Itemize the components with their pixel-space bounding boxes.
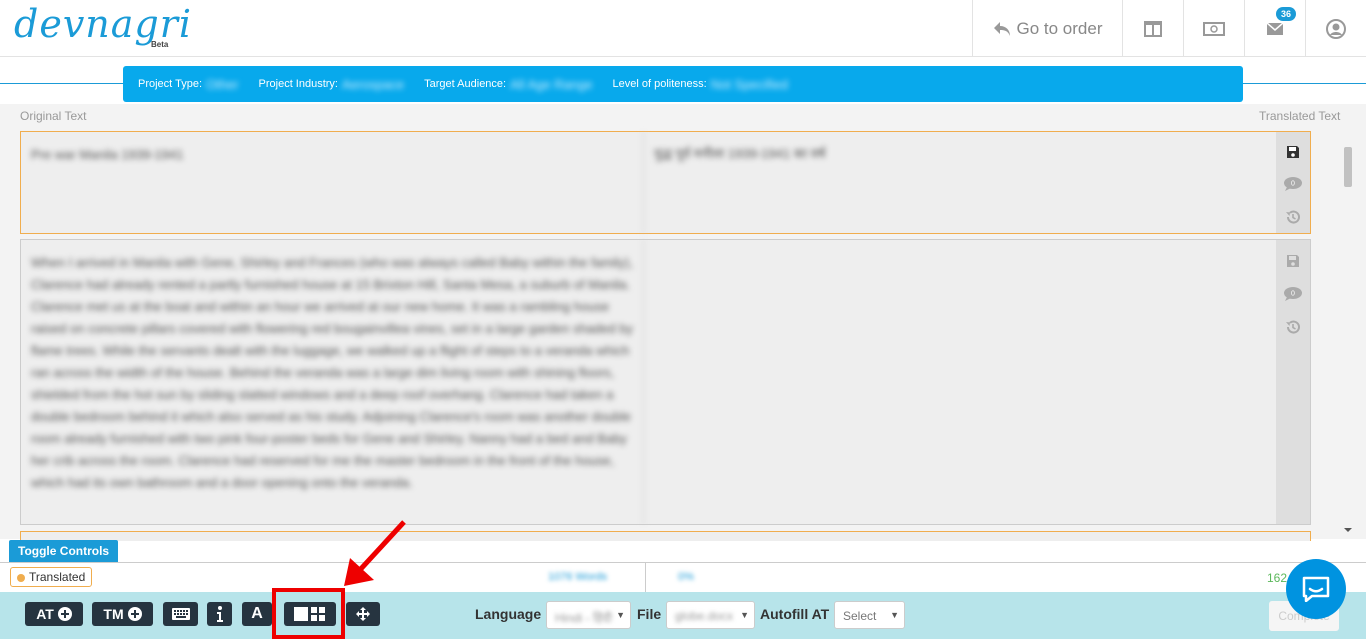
font-button[interactable]: A xyxy=(242,602,272,626)
toggle-controls-tab[interactable]: Toggle Controls xyxy=(9,540,119,562)
status-bar: Translated 1076 Words 0% 162 xyxy=(0,562,1366,593)
autofill-at-label: Autofill AT xyxy=(760,606,830,622)
notification-badge: 36 xyxy=(1275,7,1296,21)
comment-icon[interactable]: 0 xyxy=(1276,277,1310,310)
bottom-toolbar: AT TM A Language Hindi - हिंदी ▼ File gl… xyxy=(0,592,1366,639)
editor-scrollbar[interactable] xyxy=(1341,134,1355,539)
reply-arrow-icon xyxy=(993,21,1010,36)
autofill-select-value: Select xyxy=(843,609,877,623)
tm-add-button[interactable]: TM xyxy=(92,602,153,626)
translated-text-heading: Translated Text xyxy=(1259,109,1341,123)
project-info-bar: Project Type: Other Project Industry: Ae… xyxy=(123,66,1243,102)
source-text: When I arrived in Manila with Gene, Shir… xyxy=(21,240,644,524)
svg-text:0: 0 xyxy=(1291,181,1295,188)
money-icon xyxy=(1203,21,1225,36)
save-icon[interactable] xyxy=(1276,136,1310,168)
source-text: Pre war Manila 1939-1941 xyxy=(21,132,644,233)
file-label: File xyxy=(637,606,662,622)
keyboard-button[interactable] xyxy=(163,602,198,626)
target-text-editor[interactable]: युद्ध पूर्व मनीला 1939-1941 का वर्ष xyxy=(644,132,1276,233)
at-button-label: AT xyxy=(36,606,54,622)
language-select-value: Hindi - हिंदी xyxy=(555,611,612,625)
chevron-down-icon: ▼ xyxy=(890,610,899,620)
chevron-down-icon: ▼ xyxy=(616,610,625,620)
progress-percent: 0% xyxy=(678,571,694,583)
translation-editor: Original Text Translated Text Pre war Ma… xyxy=(0,104,1366,541)
project-industry-value: Aerospace xyxy=(342,76,405,92)
annotation-arrow-icon xyxy=(344,520,406,586)
move-button[interactable] xyxy=(346,602,380,626)
file-select[interactable]: globe.docx ▼ xyxy=(666,601,755,629)
info-icon xyxy=(216,606,223,622)
segment-row-partial[interactable] xyxy=(20,531,1311,541)
translated-status-badge[interactable]: Translated xyxy=(10,567,93,587)
segment-row[interactable]: When I arrived in Manila with Gene, Shir… xyxy=(20,239,1311,525)
plus-circle-icon xyxy=(57,607,72,621)
politeness-label: Level of politeness: xyxy=(612,78,707,90)
go-to-order-label: Go to order xyxy=(1016,18,1103,38)
svg-text:0: 0 xyxy=(1291,290,1295,297)
history-icon[interactable] xyxy=(1276,310,1310,343)
chat-launcher-button[interactable] xyxy=(1286,559,1346,619)
history-icon[interactable] xyxy=(1276,201,1310,233)
project-type-label: Project Type: xyxy=(138,78,202,90)
language-label: Language xyxy=(475,606,542,622)
tm-button-label: TM xyxy=(103,606,124,622)
keyboard-icon xyxy=(171,608,190,620)
columns-view-button[interactable] xyxy=(1122,0,1183,57)
chevron-down-icon: ▼ xyxy=(740,610,749,620)
autofill-at-select[interactable]: Select ▼ xyxy=(834,601,905,629)
save-icon[interactable] xyxy=(1276,244,1310,277)
politeness-value: Not Specified xyxy=(710,76,789,92)
scrollbar-thumb[interactable] xyxy=(1344,147,1352,187)
target-text: युद्ध पूर्व मनीला 1939-1941 का वर्ष xyxy=(654,146,826,161)
devnagri-logo[interactable]: devnagri Beta xyxy=(14,2,191,52)
user-profile-button[interactable] xyxy=(1305,0,1366,57)
segment-count: 162 xyxy=(1267,571,1288,585)
word-count: 1076 Words xyxy=(548,571,608,583)
top-header: devnagri Beta Go to order 36 xyxy=(0,0,1366,57)
at-add-button[interactable]: AT xyxy=(25,602,83,626)
target-audience-label: Target Audience: xyxy=(424,78,507,90)
logo-beta-label: Beta xyxy=(151,40,169,49)
segment-tools: 0 xyxy=(1276,132,1310,233)
columns-icon xyxy=(1144,20,1162,37)
language-select[interactable]: Hindi - हिंदी ▼ xyxy=(546,601,631,629)
header-nav: Go to order 36 xyxy=(972,0,1366,57)
mail-icon xyxy=(1267,22,1283,35)
highlight-box xyxy=(272,588,345,639)
comment-icon[interactable]: 0 xyxy=(1276,168,1310,200)
segment-tools: 0 xyxy=(1276,240,1310,524)
plus-circle-icon xyxy=(127,607,142,621)
project-industry-label: Project Industry: xyxy=(258,78,338,90)
target-audience-value: All Age Range xyxy=(510,76,593,92)
money-button[interactable] xyxy=(1183,0,1244,57)
status-divider xyxy=(645,563,646,593)
mail-button[interactable]: 36 xyxy=(1244,0,1305,57)
project-type-value: Other xyxy=(206,76,239,92)
go-to-order-button[interactable]: Go to order xyxy=(972,0,1122,57)
segment-row[interactable]: Pre war Manila 1939-1941 युद्ध पूर्व मनी… xyxy=(20,131,1311,234)
target-text-editor[interactable] xyxy=(644,240,1276,524)
original-text-heading: Original Text xyxy=(20,109,87,123)
move-arrows-icon xyxy=(356,607,370,621)
file-select-value: globe.docx xyxy=(675,609,734,623)
chat-icon xyxy=(1302,576,1330,602)
scroll-down-icon[interactable] xyxy=(1343,526,1353,534)
user-icon xyxy=(1326,18,1346,39)
info-button[interactable] xyxy=(207,602,232,626)
